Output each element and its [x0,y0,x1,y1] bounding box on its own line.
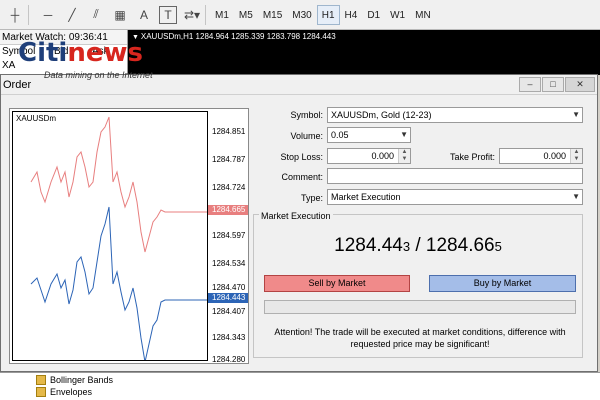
tick-lines [30,116,207,360]
symbol-value: XAUUSDm, Gold (12-23) [331,110,432,120]
type-select[interactable]: Market Execution ▼ [327,189,583,205]
price-axis-label: 1284.407 [212,307,246,316]
arrows-icon[interactable]: ⇄▾ [183,6,201,24]
chart-title: ▼ XAUUSDm,H1 1284.964 1285.339 1283.798 … [128,30,600,43]
grid-icon[interactable]: ▦ [111,6,129,24]
price-axis-label: 1284.534 [212,259,246,268]
ask-price-tag: 1284.665 [208,205,248,215]
channel-icon[interactable]: ⫽ [87,6,105,24]
toolbar-divider [28,4,29,25]
navigator-item-bollinger[interactable]: Bollinger Bands [36,375,113,385]
chevron-down-icon: ▼ [400,130,408,139]
logo-part-2: news [67,38,143,68]
take-profit-input[interactable]: 0.000 ▲ ▼ [499,148,583,164]
timeframe-m5[interactable]: M5 [234,5,258,25]
logo-part-1: Citi [18,38,68,68]
toolbar-divider [205,4,206,25]
logo-tagline: Data mining on the Internet [44,70,153,80]
navigator-item-label: Bollinger Bands [50,375,114,385]
navigator-item-label: Envelopes [50,387,93,397]
spinner-icon[interactable]: ▲ ▼ [398,149,410,163]
price-quote: 1284.443 / 1284.665 [253,235,583,257]
market-execution-title: Market Execution [259,211,333,221]
citinews-logo: Citinews [18,38,143,68]
bid-price: 1284.44 [334,235,403,256]
type-value: Market Execution [331,192,401,202]
close-button[interactable]: ✕ [565,77,595,92]
bid-price-last-digit: 3 [402,239,411,254]
trendline-icon[interactable]: ╱ [63,6,81,24]
navigator-panel: Bollinger Bands Envelopes [0,372,600,400]
stop-loss-label: Stop Loss: [280,152,323,162]
execution-progress-bar [264,300,576,314]
volume-label: Volume: [290,131,323,141]
timeframe-h4[interactable]: H4 [340,5,363,25]
attention-message: Attention! The trade will be executed at… [274,327,566,349]
navigator-item-envelopes[interactable]: Envelopes [36,387,92,397]
maximize-button[interactable]: □ [542,77,564,92]
timeframe-w1[interactable]: W1 [385,5,410,25]
price-axis-label: 1284.597 [212,231,246,240]
timeframe-mn[interactable]: MN [410,5,436,25]
tick-chart: XAUUSDm 1284.851 1284.787 1284.724 1284.597… [9,108,249,364]
price-axis-label: 1284.280 [212,355,246,364]
window-controls: – □ ✕ [519,77,595,92]
take-profit-value: 0.000 [543,151,566,161]
timeframe-m1[interactable]: M1 [210,5,234,25]
text-tool-icon[interactable]: A [135,6,153,24]
timeframe-group: M1 M5 M15 M30 H1 H4 D1 W1 MN [210,4,436,25]
timeframe-m15[interactable]: M15 [258,5,287,25]
price-axis-label: 1284.787 [212,155,246,164]
tick-chart-plot: XAUUSDm [12,111,208,361]
comment-label: Comment: [281,172,323,182]
chart-ohlc-label: XAUUSDm,H1 1284.964 1285.339 1283.798 12… [140,32,336,41]
timeframe-d1[interactable]: D1 [362,5,385,25]
buy-by-market-button[interactable]: Buy by Market [429,275,576,292]
quote-separator: / [410,235,426,256]
chevron-down-icon: ▼ [572,110,580,119]
timeframe-m30[interactable]: M30 [287,5,316,25]
symbol-select[interactable]: XAUUSDm, Gold (12-23) ▼ [327,107,583,123]
indicator-icon [36,375,46,385]
ask-price: 1284.66 [425,235,495,256]
text-label-tool-icon[interactable]: T [159,5,177,24]
ask-line [30,116,207,253]
comment-input[interactable] [327,168,583,184]
price-axis-label: 1284.851 [212,127,246,136]
order-dialog: Order – □ ✕ XAUUSDm 1284.851 1284.787 1284… [0,74,598,372]
chevron-down-icon: ▼ [572,192,580,201]
indicator-icon [36,387,46,397]
ask-price-last-digit: 5 [494,239,502,254]
stop-loss-input[interactable]: 0.000 ▲ ▼ [327,148,411,164]
minimize-button[interactable]: – [519,77,541,92]
price-axis-label: 1284.470 [212,283,246,292]
symbol-label: Symbol: [290,110,323,120]
spinner-icon[interactable]: ▲ ▼ [570,149,582,163]
volume-select[interactable]: 0.05 ▼ [327,127,411,143]
timeframe-h1[interactable]: H1 [316,4,340,25]
bid-line [30,206,207,360]
price-axis-label: 1284.343 [212,333,246,342]
type-label: Type: [300,193,323,203]
main-toolbar: ┼ ─ ╱ ⫽ ▦ A T ⇄▾ M1 M5 M15 M30 H1 H4 D1 W1 MN [0,0,600,30]
price-axis-label: 1284.724 [212,183,246,192]
volume-value: 0.05 [331,130,349,140]
crosshair-icon[interactable]: ┼ [6,6,24,24]
dialog-title: Order [3,79,32,91]
horizontal-line-icon[interactable]: ─ [39,6,57,24]
chart-window[interactable]: ▼ XAUUSDm,H1 1284.964 1285.339 1283.798 … [128,30,600,75]
take-profit-label: Take Profit: [449,152,495,162]
stop-loss-value: 0.000 [371,151,394,161]
bid-price-tag: 1284.443 [208,293,248,303]
sell-by-market-button[interactable]: Sell by Market [264,275,410,292]
